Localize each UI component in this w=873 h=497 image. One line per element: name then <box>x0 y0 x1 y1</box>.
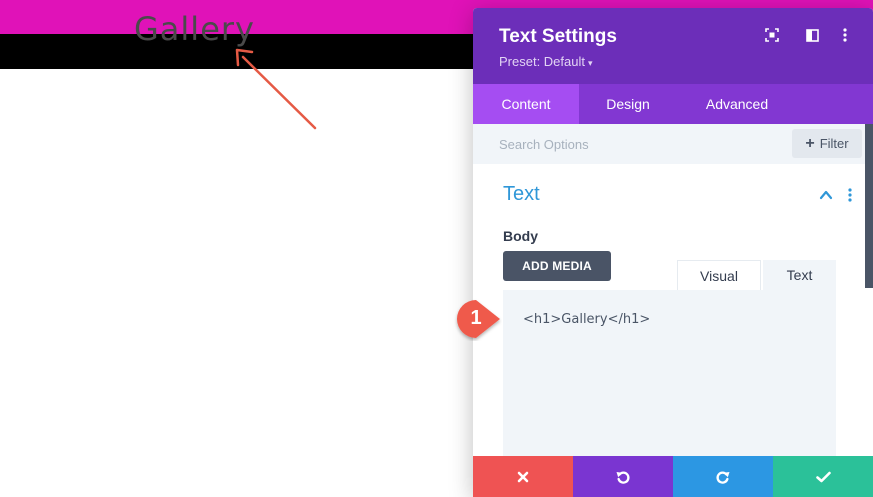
body-field-label: Body <box>503 228 538 244</box>
editor-tab-text[interactable]: Text <box>763 260 836 290</box>
tab-design[interactable]: Design <box>579 84 677 124</box>
sidebar-columns-icon[interactable] <box>803 26 821 44</box>
add-media-button[interactable]: ADD MEDIA <box>503 251 611 281</box>
panel-scrollbar[interactable] <box>865 124 873 288</box>
panel-tabs: Content Design Advanced <box>473 84 873 124</box>
search-options-input[interactable] <box>499 132 749 156</box>
undo-icon <box>616 471 630 484</box>
redo-icon <box>716 471 730 484</box>
section-title[interactable]: Text <box>503 182 540 206</box>
tab-content[interactable]: Content <box>473 84 579 124</box>
caret-down-icon: ▾ <box>588 58 593 68</box>
page-heading: Gallery <box>134 10 255 48</box>
chevron-up-icon[interactable] <box>819 188 833 202</box>
plus-icon: + <box>805 134 815 152</box>
search-bar: + Filter <box>473 124 865 164</box>
more-vertical-icon[interactable] <box>836 26 854 44</box>
undo-button[interactable] <box>573 456 673 497</box>
preset-dropdown[interactable]: Preset: Default ▾ <box>499 54 593 71</box>
save-button[interactable] <box>773 456 873 497</box>
editor-tab-visual[interactable]: Visual <box>677 260 761 290</box>
check-icon <box>815 471 831 482</box>
filter-label: Filter <box>819 136 849 151</box>
panel-title: Text Settings <box>499 26 617 47</box>
text-settings-panel: Text Settings Preset: Default ▾ Content … <box>473 8 873 497</box>
filter-button[interactable]: + Filter <box>792 129 862 158</box>
tab-advanced[interactable]: Advanced <box>677 84 797 124</box>
preset-label: Preset: Default <box>499 54 585 69</box>
panel-header: Text Settings Preset: Default ▾ <box>473 8 873 84</box>
section-more-icon[interactable] <box>845 187 855 203</box>
close-icon <box>517 471 529 482</box>
screen: Gallery Text Settings Preset: Default▾ <box>0 0 873 497</box>
redo-button[interactable] <box>673 456 773 497</box>
editor-content: <h1>Gallery</h1> <box>523 312 651 327</box>
fullscreen-icon[interactable] <box>763 26 781 44</box>
step-badge-number: 1 <box>470 307 482 329</box>
panel-footer <box>473 456 873 497</box>
cancel-button[interactable] <box>473 456 573 497</box>
body-text-editor[interactable]: <h1>Gallery</h1> <box>503 290 836 457</box>
